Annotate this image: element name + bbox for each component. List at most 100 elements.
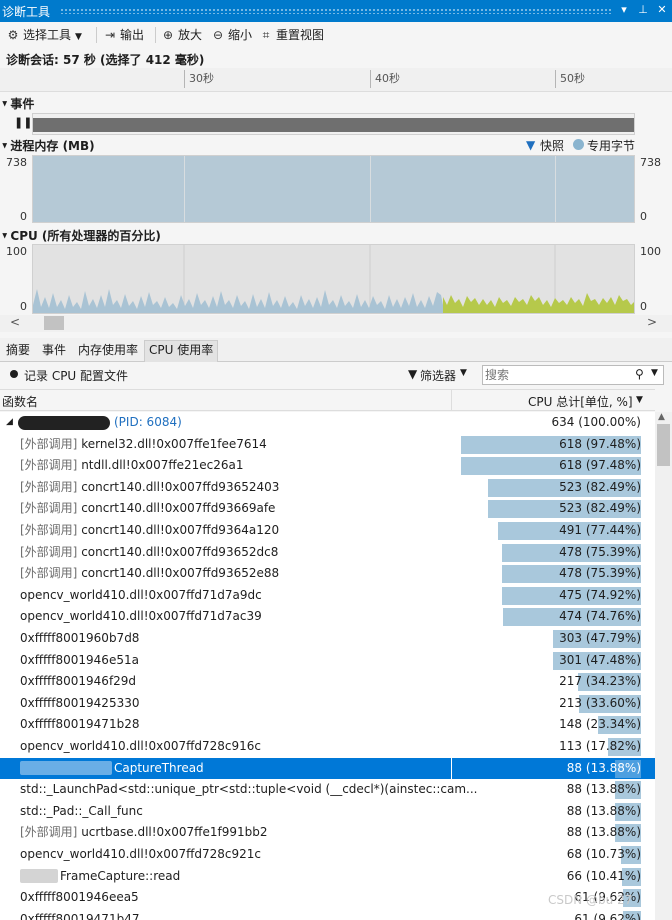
function-name: concrt140.dll!0x007ffd93652403: [81, 479, 280, 494]
table-row[interactable]: [外部调用] concrt140.dll!0x007ffd9364a120 491…: [0, 520, 655, 541]
zoom-out-label: 缩小: [228, 28, 253, 42]
legend-private-bytes-swatch: [573, 139, 584, 150]
reset-view-button[interactable]: ⌗ 重置视图: [259, 26, 324, 44]
table-row[interactable]: opencv_world410.dll!0x007ffd728c916c 113 …: [0, 736, 655, 757]
search-dropdown-icon[interactable]: ▼: [651, 368, 658, 378]
drag-grip[interactable]: [60, 8, 612, 14]
filter-button[interactable]: 筛选器: [420, 367, 456, 384]
table-row[interactable]: [外部调用] ntdll.dll!0x007ffe21ec26a1 618 (97…: [0, 455, 655, 476]
row-name: 0xfffff8001946f29d: [20, 671, 136, 692]
dropdown-arrow-icon[interactable]: ▾: [616, 2, 632, 18]
row-value: 148 (23.34%): [559, 717, 641, 732]
tab-events[interactable]: 事件: [38, 342, 70, 362]
pin-icon[interactable]: ⊥: [635, 2, 651, 18]
memory-axis-min-left: 0: [20, 210, 27, 223]
gridline: [370, 156, 371, 222]
select-tools-button[interactable]: ⚙ 选择工具 ▼: [6, 26, 82, 44]
table-row[interactable]: [外部调用] concrt140.dll!0x007ffd93652403 523…: [0, 477, 655, 498]
reset-view-label: 重置视图: [276, 28, 325, 42]
row-value: 634 (100.00%): [551, 415, 641, 429]
row-value: 113 (17.82%): [559, 739, 641, 753]
function-name: 0xfffff8001946eea5: [20, 890, 139, 905]
cpu-lane-title[interactable]: CPU (所有处理器的百分比): [2, 227, 161, 244]
memory-lane-title[interactable]: 进程内存 (MB): [2, 137, 94, 154]
table-row[interactable]: [外部调用] concrt140.dll!0x007ffd93652dc8 478…: [0, 542, 655, 563]
scrollbar-thumb[interactable]: [44, 316, 64, 330]
gear-icon: ⚙: [7, 28, 19, 42]
collapse-icon[interactable]: ◢: [6, 412, 13, 433]
events-lane-title[interactable]: 事件: [2, 95, 34, 112]
row-value: 303 (47.79%): [559, 631, 641, 645]
events-track[interactable]: [32, 113, 635, 135]
tab-cpu-usage[interactable]: CPU 使用率: [144, 340, 219, 362]
timeline-scrollbar[interactable]: < >: [0, 315, 672, 332]
search-box[interactable]: ⚲ ▼: [482, 365, 664, 385]
table-row[interactable]: [外部调用] ucrtbase.dll!0x007ffe1f991bb2 88 (…: [0, 822, 655, 843]
row-name: [外部调用] concrt140.dll!0x007ffd93652dc8: [20, 542, 278, 563]
redacted-process-name: [18, 415, 110, 430]
ruler-tick: 40秒: [370, 70, 400, 88]
search-input[interactable]: [485, 367, 631, 383]
function-name: 0xfffff80019471b28: [20, 717, 140, 732]
scroll-up-icon[interactable]: ▲: [658, 412, 665, 422]
row-value: 301 (47.48%): [559, 652, 641, 667]
table-row[interactable]: [外部调用] kernel32.dll!0x007ffe1fee7614 618 …: [0, 434, 655, 455]
export-button[interactable]: ⇥ 输出: [103, 26, 144, 44]
table-row[interactable]: opencv_world410.dll!0x007ffd71d7a9dc 475 …: [0, 585, 655, 606]
call-tree-list[interactable]: ◢ (PID: 6084) 634 (100.00%) [外部调用] kerne…: [0, 412, 655, 920]
close-icon[interactable]: ✕: [654, 2, 670, 18]
row-name: opencv_world410.dll!0x007ffd71d7a9dc: [20, 585, 262, 606]
pause-icon[interactable]: ❚❚: [14, 116, 32, 129]
memory-graph[interactable]: [32, 155, 635, 223]
cpu-graph[interactable]: [32, 244, 635, 314]
column-header-function[interactable]: 函数名: [2, 393, 38, 410]
search-icon[interactable]: ⚲: [635, 367, 644, 381]
row-name: (PID: 6084): [18, 412, 182, 433]
tab-summary[interactable]: 摘要: [2, 342, 34, 362]
table-row[interactable]: opencv_world410.dll!0x007ffd71d7ac39 474 …: [0, 606, 655, 627]
function-name: FrameCapture::read: [60, 868, 181, 883]
table-row[interactable]: 0xfffff80019425330 213 (33.60%): [0, 693, 655, 714]
zoom-in-button[interactable]: ⊕ 放大: [161, 26, 202, 44]
table-row[interactable]: [外部调用] concrt140.dll!0x007ffd93652e88 478…: [0, 563, 655, 584]
external-call-prefix: [外部调用]: [20, 436, 82, 451]
row-value: 475 (74.92%): [559, 587, 641, 602]
column-divider[interactable]: [451, 390, 452, 411]
row-value: 491 (77.44%): [559, 523, 641, 537]
scroll-right-icon[interactable]: >: [647, 315, 657, 329]
time-ruler[interactable]: 30秒 40秒 50秒: [0, 68, 672, 92]
table-row[interactable]: 0xfffff80019471b47 61 (9.62%): [0, 909, 655, 920]
table-row[interactable]: opencv_world410.dll!0x007ffd728c921c 68 (…: [0, 844, 655, 865]
table-row-root[interactable]: ◢ (PID: 6084) 634 (100.00%): [0, 412, 655, 433]
table-row[interactable]: 0xfffff80019471b28 148 (23.34%): [0, 714, 655, 735]
row-value: 88 (13.88%): [566, 825, 641, 840]
vertical-scrollbar[interactable]: ▲: [655, 412, 672, 920]
scroll-left-icon[interactable]: <: [10, 315, 20, 329]
function-name: 0xfffff80019471b47: [20, 911, 140, 920]
memory-axis-max-left: 738: [6, 156, 27, 169]
record-cpu-profile-button[interactable]: 记录 CPU 配置文件: [24, 367, 128, 384]
table-row[interactable]: 0xfffff8001960b7d8 303 (47.79%): [0, 628, 655, 649]
table-row[interactable]: std::_Pad::_Call_func 88 (13.88%): [0, 801, 655, 822]
table-row[interactable]: std::_LaunchPad<std::unique_ptr<std::tup…: [0, 779, 655, 800]
row-value: 618 (97.48%): [559, 436, 641, 451]
table-row[interactable]: 0xfffff8001946e51a 301 (47.48%): [0, 650, 655, 671]
table-row[interactable]: 0xfffff8001946f29d 217 (34.23%): [0, 671, 655, 692]
row-value: 474 (74.76%): [559, 609, 641, 624]
filter-icon: ▼: [408, 367, 418, 381]
table-row[interactable]: FrameCapture::read 66 (10.41%): [0, 866, 655, 887]
tab-memory-usage[interactable]: 内存使用率: [74, 342, 142, 362]
column-divider: [451, 757, 452, 779]
window-titlebar: 诊断工具 ▾ ⊥ ✕: [0, 0, 672, 22]
zoom-out-button[interactable]: ⊖ 缩小: [211, 26, 252, 44]
scrollbar-thumb[interactable]: [657, 424, 670, 466]
zoom-in-label: 放大: [178, 28, 203, 42]
table-row[interactable]: [外部调用] concrt140.dll!0x007ffd93669afe 523…: [0, 498, 655, 519]
row-name: [外部调用] concrt140.dll!0x007ffd93652e88: [20, 563, 279, 584]
table-row[interactable]: CaptureThread 88 (13.88%): [0, 757, 655, 779]
legend-snapshot: 快照: [540, 139, 565, 153]
record-icon[interactable]: [10, 370, 18, 378]
column-header-cpu-total[interactable]: CPU 总计[单位, %]: [528, 393, 633, 410]
sort-descending-icon: ▼: [636, 395, 643, 405]
cpu-usage-area: [33, 289, 445, 313]
